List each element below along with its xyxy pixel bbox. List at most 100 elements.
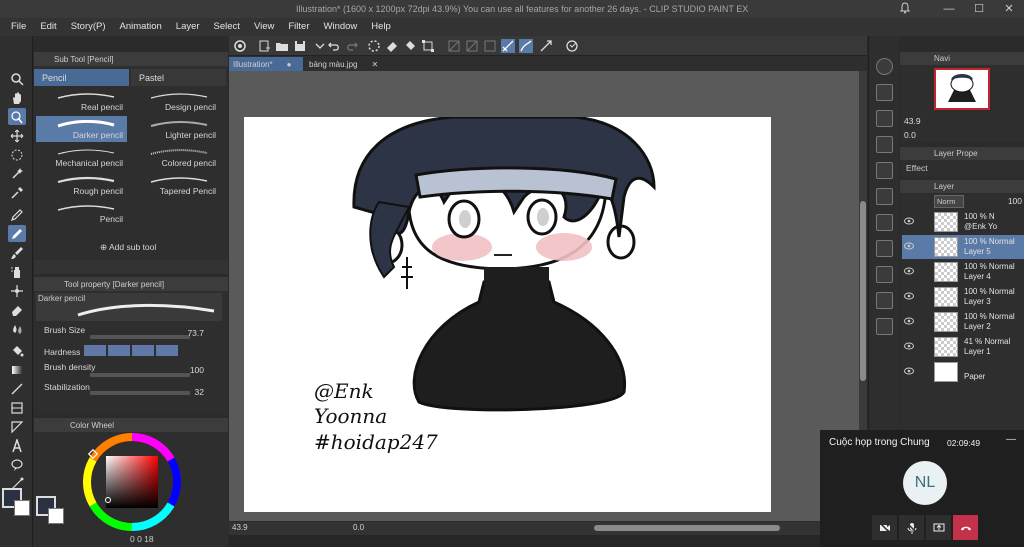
material-pattern-icon[interactable] bbox=[876, 214, 893, 231]
navigator-angle-value[interactable]: 0.0 bbox=[904, 130, 916, 140]
move-layer-tool-icon[interactable] bbox=[8, 127, 26, 144]
eye-icon[interactable] bbox=[904, 317, 914, 325]
clear-icon[interactable] bbox=[385, 39, 399, 53]
menu-help[interactable]: Help bbox=[364, 18, 398, 36]
layer-row[interactable]: 100 % N @Enk Yo bbox=[902, 210, 1024, 234]
mute-button[interactable] bbox=[899, 515, 924, 540]
tab-pastel[interactable]: Pastel bbox=[131, 69, 226, 86]
close-button[interactable]: ✕ bbox=[994, 0, 1024, 18]
menu-window[interactable]: Window bbox=[317, 18, 365, 36]
ruler-tool-icon[interactable] bbox=[8, 418, 26, 435]
layer-row[interactable]: 100 % Normal Layer 3 bbox=[902, 285, 1024, 309]
material-monochrome-icon[interactable] bbox=[876, 292, 893, 309]
tab-pencil[interactable]: Pencil bbox=[34, 69, 129, 86]
brush-darker-pencil[interactable]: Darker pencil bbox=[36, 116, 127, 142]
selection-off-icon[interactable] bbox=[447, 39, 461, 53]
clip-studio-icon[interactable] bbox=[233, 39, 247, 53]
menu-select[interactable]: Select bbox=[207, 18, 247, 36]
brush-real-pencil[interactable]: Real pencil bbox=[36, 88, 127, 114]
auto-select-tool-icon[interactable] bbox=[8, 165, 26, 182]
brush-density-value[interactable]: 100 bbox=[190, 365, 204, 375]
material-image-icon[interactable] bbox=[876, 188, 893, 205]
share-screen-button[interactable] bbox=[926, 515, 951, 540]
menu-file[interactable]: File bbox=[4, 18, 33, 36]
fill-tool-icon[interactable] bbox=[8, 342, 26, 359]
angle-value[interactable]: 0.0 bbox=[353, 523, 364, 532]
layer-row[interactable]: 100 % Normal Layer 4 bbox=[902, 260, 1024, 284]
export-icon[interactable] bbox=[313, 39, 327, 53]
decoration-tool-icon[interactable] bbox=[8, 282, 26, 299]
zoom-tool-icon[interactable] bbox=[8, 70, 26, 87]
hand-tool-icon[interactable] bbox=[8, 89, 26, 106]
menu-animation[interactable]: Animation bbox=[113, 18, 169, 36]
blend-mode-select[interactable]: Norm bbox=[934, 195, 964, 208]
settings-icon[interactable] bbox=[565, 39, 579, 53]
snap-ruler-icon[interactable] bbox=[501, 39, 515, 53]
material-color-icon[interactable] bbox=[876, 318, 893, 335]
eye-icon[interactable] bbox=[904, 292, 914, 300]
layer-row[interactable]: Paper bbox=[902, 360, 1024, 384]
hardness-step[interactable] bbox=[84, 345, 106, 356]
snap-grid-icon[interactable] bbox=[539, 39, 553, 53]
stabilization-slider[interactable] bbox=[90, 391, 190, 395]
background-color-swatch[interactable] bbox=[48, 508, 64, 524]
new-file-icon[interactable] bbox=[257, 39, 271, 53]
brush-lighter-pencil[interactable]: Lighter pencil bbox=[129, 116, 220, 142]
pencil-tool-icon[interactable] bbox=[8, 225, 26, 242]
drawing-canvas[interactable]: @Enk Yoonna #hoidap247 bbox=[244, 117, 771, 512]
brush-tapered-pencil[interactable]: Tapered Pencil bbox=[129, 172, 220, 198]
eye-icon[interactable] bbox=[904, 242, 914, 250]
camera-off-button[interactable] bbox=[872, 515, 897, 540]
fill-icon[interactable] bbox=[403, 39, 417, 53]
brush-size-slider[interactable] bbox=[90, 335, 190, 339]
brush-rough-pencil[interactable]: Rough pencil bbox=[36, 172, 127, 198]
canvas-horizontal-scrollbar[interactable] bbox=[594, 525, 780, 531]
menu-filter[interactable]: Filter bbox=[281, 18, 316, 36]
layer-row[interactable]: 100 % Normal Layer 5 bbox=[902, 235, 1024, 259]
layer-row[interactable]: 41 % Normal Layer 1 bbox=[902, 335, 1024, 359]
minimize-meeting-icon[interactable]: — bbox=[1006, 434, 1016, 445]
tab-illustration[interactable]: Illustration* ● bbox=[229, 57, 303, 71]
material-panel-icon[interactable] bbox=[876, 110, 893, 127]
tab-bang-mau[interactable]: bảng màu.jpg ✕ bbox=[305, 57, 378, 71]
stabilization-value[interactable]: 32 bbox=[195, 387, 204, 397]
zoom-value[interactable]: 43.9 bbox=[232, 523, 248, 532]
bell-icon[interactable] bbox=[898, 1, 912, 15]
opacity-value[interactable]: 100 bbox=[1008, 196, 1022, 206]
close-tab-icon[interactable]: ✕ bbox=[371, 60, 378, 69]
snap-special-ruler-icon[interactable] bbox=[519, 39, 533, 53]
hardness-step[interactable] bbox=[132, 345, 154, 356]
transform-icon[interactable] bbox=[421, 39, 435, 53]
brush-tool-icon[interactable] bbox=[8, 244, 26, 261]
end-call-button[interactable] bbox=[953, 515, 978, 540]
eyedropper-tool-icon[interactable] bbox=[8, 184, 26, 201]
navigator-panel-icon[interactable] bbox=[876, 58, 893, 75]
history-panel-icon[interactable] bbox=[876, 162, 893, 179]
brush-design-pencil[interactable]: Design pencil bbox=[129, 88, 220, 114]
undo-icon[interactable] bbox=[327, 39, 341, 53]
text-tool-icon[interactable] bbox=[8, 437, 26, 454]
loading-icon[interactable] bbox=[367, 39, 381, 53]
menu-view[interactable]: View bbox=[247, 18, 281, 36]
sub-view-panel-icon[interactable] bbox=[876, 84, 893, 101]
selection-tool-icon[interactable] bbox=[8, 146, 26, 163]
minimize-button[interactable]: — bbox=[934, 0, 964, 18]
crop-icon[interactable] bbox=[465, 39, 479, 53]
blend-tool-icon[interactable] bbox=[8, 320, 26, 337]
eye-icon[interactable] bbox=[904, 367, 914, 375]
eye-icon[interactable] bbox=[904, 342, 914, 350]
brush-pencil[interactable]: Pencil bbox=[36, 200, 127, 226]
navigator-zoom-value[interactable]: 43.9 bbox=[904, 116, 921, 126]
menu-story[interactable]: Story(P) bbox=[64, 18, 113, 36]
navigator-thumbnail[interactable] bbox=[934, 68, 990, 110]
balloon-tool-icon[interactable] bbox=[8, 456, 26, 473]
invert-selection-icon[interactable] bbox=[483, 39, 497, 53]
hardness-selector[interactable] bbox=[84, 345, 180, 356]
hardness-step[interactable] bbox=[156, 345, 178, 356]
layer-row[interactable]: 100 % Normal Layer 2 bbox=[902, 310, 1024, 334]
brush-density-slider[interactable] bbox=[90, 373, 190, 377]
brush-colored-pencil[interactable]: Colored pencil bbox=[129, 144, 220, 170]
maximize-button[interactable]: ☐ bbox=[964, 0, 994, 18]
scrollbar-thumb[interactable] bbox=[860, 201, 866, 381]
menu-layer[interactable]: Layer bbox=[169, 18, 207, 36]
